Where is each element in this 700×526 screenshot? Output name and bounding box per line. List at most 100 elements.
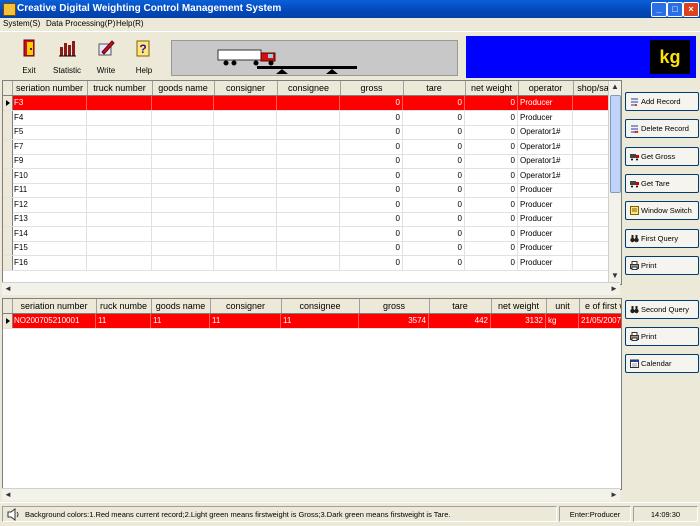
statistic-button[interactable]: Statistic xyxy=(48,36,86,76)
table-row[interactable]: F14 0 0 0 Producer xyxy=(3,226,621,242)
table-cell[interactable]: 0 xyxy=(340,110,403,125)
menu-data-processing[interactable]: Data Processing(P) xyxy=(46,19,115,28)
table-cell[interactable]: 0 xyxy=(403,241,465,255)
table-cell[interactable]: F11 xyxy=(12,183,87,197)
table-cell[interactable]: 3574 xyxy=(359,314,429,328)
table-cell[interactable] xyxy=(87,168,152,183)
table-cell[interactable]: 11 xyxy=(151,314,210,328)
table-cell[interactable] xyxy=(152,226,214,241)
table-cell[interactable]: F7 xyxy=(12,139,87,154)
maximize-button[interactable]: □ xyxy=(667,2,683,17)
table-cell[interactable] xyxy=(277,154,340,168)
table-cell[interactable]: F16 xyxy=(12,255,87,270)
table-cell[interactable] xyxy=(277,125,340,139)
scroll-down-arrow[interactable]: ▼ xyxy=(609,270,621,282)
table-cell[interactable]: 0 xyxy=(340,154,403,168)
table-cell[interactable]: 0 xyxy=(465,241,518,255)
table-cell[interactable]: Producer xyxy=(518,212,573,226)
table-cell[interactable]: 0 xyxy=(403,96,465,110)
records-vertical-scrollbar[interactable]: ▲ ▼ xyxy=(608,81,621,284)
table-row[interactable]: F9 0 0 0 Operator1# xyxy=(3,154,621,169)
table-row[interactable]: F10 0 0 0 Operator1# xyxy=(3,168,621,184)
table-cell[interactable]: 0 xyxy=(465,212,518,226)
table-row[interactable]: NO200705210001 11 11 11 11 3574 442 3132 kg 21/05… xyxy=(3,314,621,329)
table-cell[interactable]: 11 xyxy=(96,314,151,328)
table-cell[interactable]: 11 xyxy=(210,314,281,328)
table-row[interactable]: F7 0 0 0 Operator1# xyxy=(3,139,621,155)
table-cell[interactable]: 3132 xyxy=(491,314,546,328)
column-header[interactable]: consigner xyxy=(214,81,278,95)
table-cell[interactable] xyxy=(277,110,340,125)
table-cell[interactable] xyxy=(87,241,152,255)
write-button[interactable]: Write xyxy=(87,36,125,76)
table-cell[interactable] xyxy=(87,183,152,197)
table-cell[interactable] xyxy=(152,168,214,183)
table-cell[interactable]: F3 xyxy=(12,96,87,110)
table-cell[interactable] xyxy=(214,226,277,241)
table-cell[interactable]: F15 xyxy=(12,241,87,255)
table-cell[interactable] xyxy=(214,110,277,125)
column-header[interactable]: tare xyxy=(429,299,492,313)
help-button[interactable]: ? Help xyxy=(125,36,163,76)
records-grid[interactable]: seriation number truck number goods name co… xyxy=(2,80,622,285)
table-cell[interactable] xyxy=(152,241,214,255)
table-cell[interactable]: 0 xyxy=(403,255,465,270)
table-cell[interactable]: 0 xyxy=(403,212,465,226)
table-cell[interactable]: 0 xyxy=(403,110,465,125)
column-header[interactable]: unit xyxy=(546,299,580,313)
weighing-grid[interactable]: seriation number ruck numbe goods name cons… xyxy=(2,298,622,490)
column-header[interactable]: net weight xyxy=(491,299,547,313)
table-cell[interactable]: F4 xyxy=(12,110,87,125)
table-cell[interactable]: 0 xyxy=(340,197,403,212)
table-cell[interactable]: 0 xyxy=(403,139,465,154)
table-cell[interactable]: F12 xyxy=(12,197,87,212)
table-cell[interactable] xyxy=(277,139,340,154)
table-cell[interactable]: F9 xyxy=(12,154,87,168)
table-cell[interactable] xyxy=(87,212,152,226)
column-header[interactable]: e of first weigh xyxy=(579,299,621,313)
table-cell[interactable]: kg xyxy=(546,314,579,328)
table-cell[interactable]: 0 xyxy=(340,241,403,255)
table-cell[interactable]: Producer xyxy=(518,255,573,270)
table-cell[interactable]: 0 xyxy=(465,125,518,139)
table-cell[interactable]: 0 xyxy=(403,168,465,183)
table-cell[interactable] xyxy=(87,197,152,212)
table-cell[interactable]: Producer xyxy=(518,96,573,110)
first-query-button[interactable]: First Query xyxy=(625,229,699,248)
column-header[interactable]: goods name xyxy=(152,81,215,95)
table-cell[interactable] xyxy=(87,96,152,110)
minimize-button[interactable]: _ xyxy=(651,2,667,17)
table-cell[interactable]: F13 xyxy=(12,212,87,226)
menu-system[interactable]: System(S) xyxy=(3,19,40,28)
table-cell[interactable] xyxy=(87,125,152,139)
table-cell[interactable]: 0 xyxy=(340,255,403,270)
table-cell[interactable] xyxy=(152,212,214,226)
table-cell[interactable] xyxy=(214,197,277,212)
table-cell[interactable] xyxy=(277,255,340,270)
table-cell[interactable]: Producer xyxy=(518,197,573,212)
column-header[interactable]: operator xyxy=(518,81,574,95)
table-cell[interactable]: 0 xyxy=(465,139,518,154)
table-row[interactable]: F5 0 0 0 Operator1# xyxy=(3,125,621,140)
table-cell[interactable]: Operator1# xyxy=(518,168,573,183)
table-cell[interactable]: 0 xyxy=(340,183,403,197)
table-cell[interactable] xyxy=(277,226,340,241)
table-cell[interactable]: Operator1# xyxy=(518,154,573,168)
table-cell[interactable] xyxy=(87,226,152,241)
scroll-left-arrow[interactable]: ◄ xyxy=(2,489,14,501)
table-cell[interactable] xyxy=(277,241,340,255)
table-cell[interactable] xyxy=(214,96,277,110)
table-cell[interactable] xyxy=(87,139,152,154)
table-cell[interactable] xyxy=(152,255,214,270)
table-cell[interactable] xyxy=(152,125,214,139)
table-cell[interactable]: Operator1# xyxy=(518,125,573,139)
table-cell[interactable] xyxy=(152,96,214,110)
scroll-up-arrow[interactable]: ▲ xyxy=(609,81,621,93)
table-cell[interactable] xyxy=(277,183,340,197)
records-horizontal-scrollbar[interactable]: ◄ ► xyxy=(2,282,620,295)
table-cell[interactable]: 0 xyxy=(403,183,465,197)
table-cell[interactable]: Operator1# xyxy=(518,139,573,154)
column-header[interactable]: tare xyxy=(403,81,466,95)
table-cell[interactable] xyxy=(152,183,214,197)
table-cell[interactable]: Producer xyxy=(518,241,573,255)
